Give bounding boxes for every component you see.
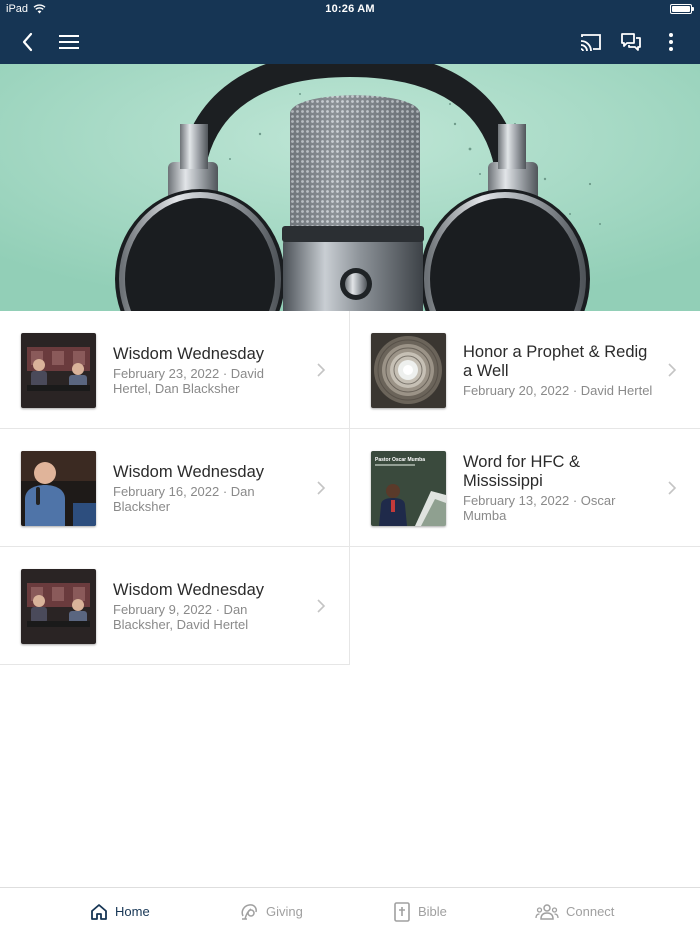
menu-icon[interactable]	[55, 28, 83, 56]
item-meta: February 23, 2022 · David Hertel, Dan Bl…	[113, 365, 265, 396]
tab-home[interactable]: Home	[90, 888, 150, 934]
thumbnail-portrait	[21, 451, 96, 526]
status-bar: iPad 10:26 AM	[0, 0, 700, 20]
chevron-right-icon	[317, 599, 326, 613]
thumbnail-pastor: Pastor Oscar Mumba	[371, 451, 446, 526]
microphone-headphones-illustration	[0, 64, 700, 311]
chevron-right-icon	[317, 363, 326, 377]
tab-label: Giving	[266, 904, 303, 919]
cast-icon[interactable]	[577, 28, 605, 56]
chevron-right-icon	[668, 481, 677, 495]
list-item[interactable]: Wisdom Wednesday February 9, 2022 · Dan …	[0, 547, 350, 665]
giving-icon	[241, 903, 257, 920]
thumbnail-caption: Pastor Oscar Mumba	[375, 457, 425, 463]
more-icon[interactable]	[657, 28, 685, 56]
item-title: Word for HFC & Mississippi	[463, 453, 581, 490]
thumbnail-well	[371, 333, 446, 408]
tab-bible[interactable]: Bible	[393, 888, 447, 934]
tab-label: Home	[115, 904, 150, 919]
item-title: Wisdom Wednesday	[113, 580, 265, 599]
list-item[interactable]: Wisdom Wednesday February 16, 2022 · Dan…	[0, 429, 350, 547]
item-meta: February 13, 2022 · Oscar Mumba	[463, 493, 616, 523]
bible-icon	[394, 901, 410, 922]
tab-label: Bible	[418, 904, 447, 919]
back-icon[interactable]	[14, 28, 42, 56]
tab-bar: Home Giving Bible Connect	[0, 887, 700, 934]
item-meta: February 20, 2022 · David Hertel	[463, 382, 653, 398]
chat-icon[interactable]	[617, 28, 645, 56]
thumbnail-studio	[21, 569, 96, 644]
list-item[interactable]: Wisdom Wednesday February 23, 2022 · Dav…	[0, 311, 350, 429]
thumbnail-studio	[21, 333, 96, 408]
item-meta: February 9, 2022 · Dan Blacksher, David …	[113, 601, 249, 632]
home-icon	[91, 903, 107, 920]
item-meta: February 16, 2022 · Dan Blacksher	[113, 483, 255, 514]
list-item[interactable]: Honor a Prophet & Redig a Well February …	[350, 311, 700, 429]
navigation-bar	[0, 20, 700, 64]
item-title: Wisdom Wednesday	[113, 344, 265, 363]
hero-image	[0, 64, 700, 311]
battery-icon	[670, 4, 694, 14]
tab-label: Connect	[566, 904, 615, 919]
status-time: 10:26 AM	[325, 3, 375, 15]
chevron-right-icon	[668, 363, 677, 377]
tab-connect[interactable]: Connect	[535, 888, 614, 934]
item-title: Honor a Prophet & Redig a Well	[463, 342, 648, 380]
item-title: Wisdom Wednesday	[113, 462, 265, 481]
connect-icon	[535, 903, 559, 920]
top-bar: iPad 10:26 AM	[0, 0, 700, 64]
chevron-right-icon	[317, 481, 326, 495]
list-item[interactable]: Pastor Oscar Mumba Word for HFC & Missis…	[350, 429, 700, 547]
tab-giving[interactable]: Giving	[239, 888, 303, 934]
